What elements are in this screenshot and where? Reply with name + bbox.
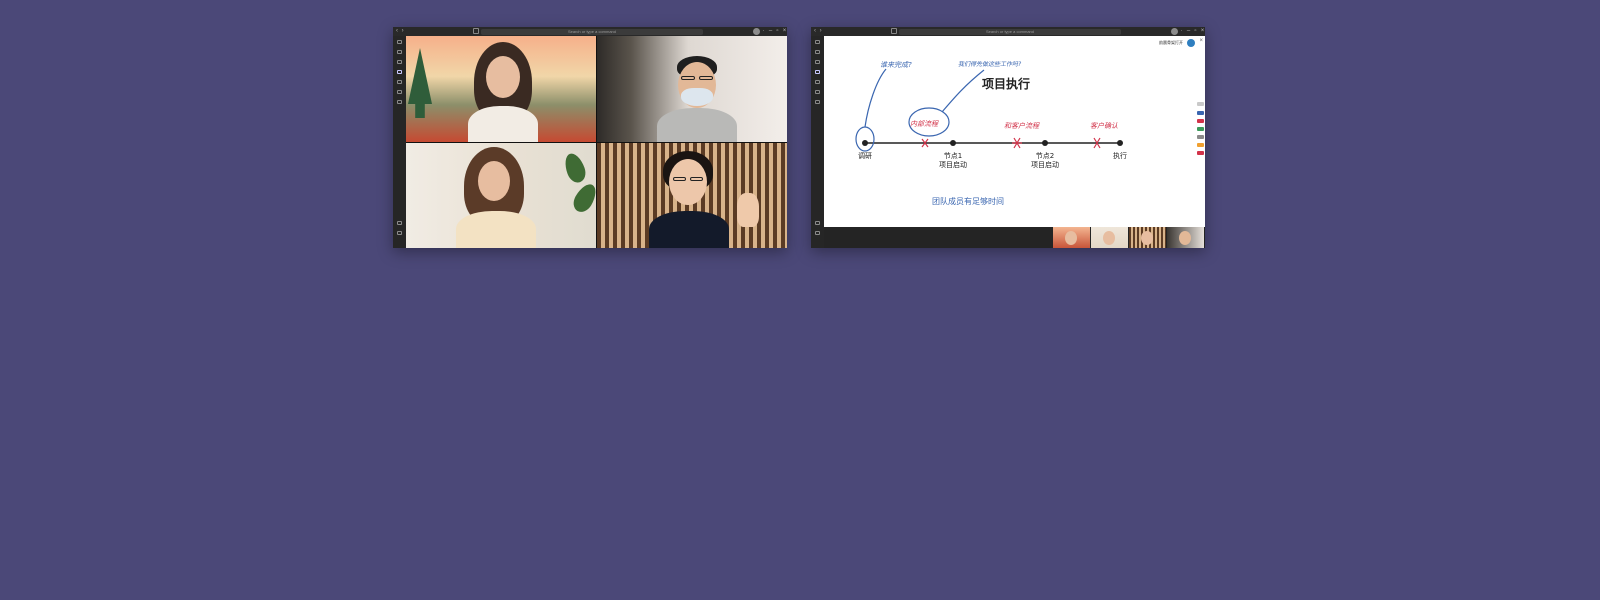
calendar-icon[interactable]	[815, 70, 820, 74]
timeline-label-1: 调研	[858, 151, 872, 160]
meeting-window-whiteboard: ‹ › Search or type a command · – ▫ × 韵晨骨…	[811, 27, 1205, 248]
whiteboard-canvas[interactable]: 韵晨骨架打开 × 项目执行 调研 节点1 项目启动 节点2 项目启动 执行 谁来…	[824, 36, 1205, 227]
back-forward-icon[interactable]: ‹ ›	[814, 28, 823, 35]
timeline-sublabel-3: 项目启动	[1031, 160, 1059, 169]
ink-mark-2	[1012, 137, 1022, 149]
help-icon[interactable]	[397, 231, 402, 235]
help-icon[interactable]	[815, 231, 820, 235]
participant-3	[456, 146, 536, 248]
files-icon[interactable]	[815, 90, 820, 94]
video-tile-participant-3[interactable]	[406, 142, 596, 248]
activity-icon[interactable]	[397, 40, 402, 44]
app-rail	[811, 36, 824, 248]
close-icon[interactable]: ×	[780, 27, 787, 36]
chat-icon[interactable]	[815, 50, 820, 54]
ink-line-question	[864, 68, 887, 128]
participant-1	[468, 42, 538, 142]
timeline-node-4	[1117, 140, 1123, 146]
participant-2	[657, 56, 737, 142]
ink-note-client-confirm: 客户确认	[1090, 122, 1118, 130]
timeline-label-3: 节点2	[1036, 152, 1054, 160]
app-rail	[393, 36, 406, 248]
title-bar: ‹ › Search or type a command · – ▫ ×	[811, 27, 1205, 36]
ink-note-comment: 我们得先做这些工作吗?	[958, 60, 1022, 68]
plant	[569, 180, 596, 215]
participant-thumb-3[interactable]	[1129, 227, 1166, 248]
participant-4	[649, 150, 729, 248]
waving-hand	[737, 192, 759, 227]
meeting-window-gallery: ‹ › Search or type a command · – ▫ ×	[393, 27, 787, 248]
timeline-label-2: 节点1	[944, 152, 962, 160]
timeline-label-4: 执行	[1113, 151, 1127, 160]
calls-icon[interactable]	[397, 80, 402, 84]
ink-note-client-flow: 和客户流程	[1004, 122, 1040, 130]
background-tree	[408, 48, 432, 118]
more-apps-icon[interactable]	[815, 100, 820, 104]
teams-icon[interactable]	[815, 60, 820, 64]
participant-thumb-2[interactable]	[1091, 227, 1128, 248]
ink-circle-research	[855, 126, 875, 152]
participant-thumb-1[interactable]	[1053, 227, 1090, 248]
ink-note-question: 谁来完成?	[880, 61, 912, 69]
timeline-sublabel-2: 项目启动	[939, 160, 967, 169]
video-tile-participant-2[interactable]	[597, 36, 787, 142]
ink-note-bottom: 团队成员有足够时间	[932, 196, 1004, 206]
video-tile-participant-4[interactable]	[597, 142, 787, 248]
participant-strip	[1053, 227, 1205, 248]
compose-icon[interactable]	[891, 28, 897, 34]
compose-icon[interactable]	[473, 28, 479, 34]
back-forward-icon[interactable]: ‹ ›	[396, 28, 405, 35]
files-icon[interactable]	[397, 90, 402, 94]
search-input[interactable]: Search or type a command	[481, 28, 703, 35]
timeline-node-1	[862, 140, 868, 146]
calendar-icon[interactable]	[397, 70, 402, 74]
close-icon[interactable]: ×	[1198, 27, 1205, 36]
ink-line-comment	[941, 69, 985, 113]
video-tile-participant-1[interactable]	[406, 36, 596, 142]
activity-icon[interactable]	[815, 40, 820, 44]
video-grid	[406, 36, 787, 248]
timeline-node-3	[1042, 140, 1048, 146]
plant	[561, 150, 589, 185]
calls-icon[interactable]	[815, 80, 820, 84]
whiteboard-title: 项目执行	[982, 76, 1030, 91]
title-bar: ‹ › Search or type a command · – ▫ ×	[393, 27, 787, 36]
more-apps-icon[interactable]	[397, 100, 402, 104]
apps-icon[interactable]	[397, 221, 402, 225]
apps-icon[interactable]	[815, 221, 820, 225]
timeline-node-2	[950, 140, 956, 146]
search-input[interactable]: Search or type a command	[899, 28, 1121, 35]
whiteboard-drawing: 项目执行 调研 节点1 项目启动 节点2 项目启动 执行 谁来完成? 我们得先做…	[855, 60, 1127, 206]
teams-icon[interactable]	[397, 60, 402, 64]
chat-icon[interactable]	[397, 50, 402, 54]
ink-note-internal: 内部流程	[910, 120, 939, 128]
participant-thumb-4[interactable]	[1167, 227, 1204, 248]
